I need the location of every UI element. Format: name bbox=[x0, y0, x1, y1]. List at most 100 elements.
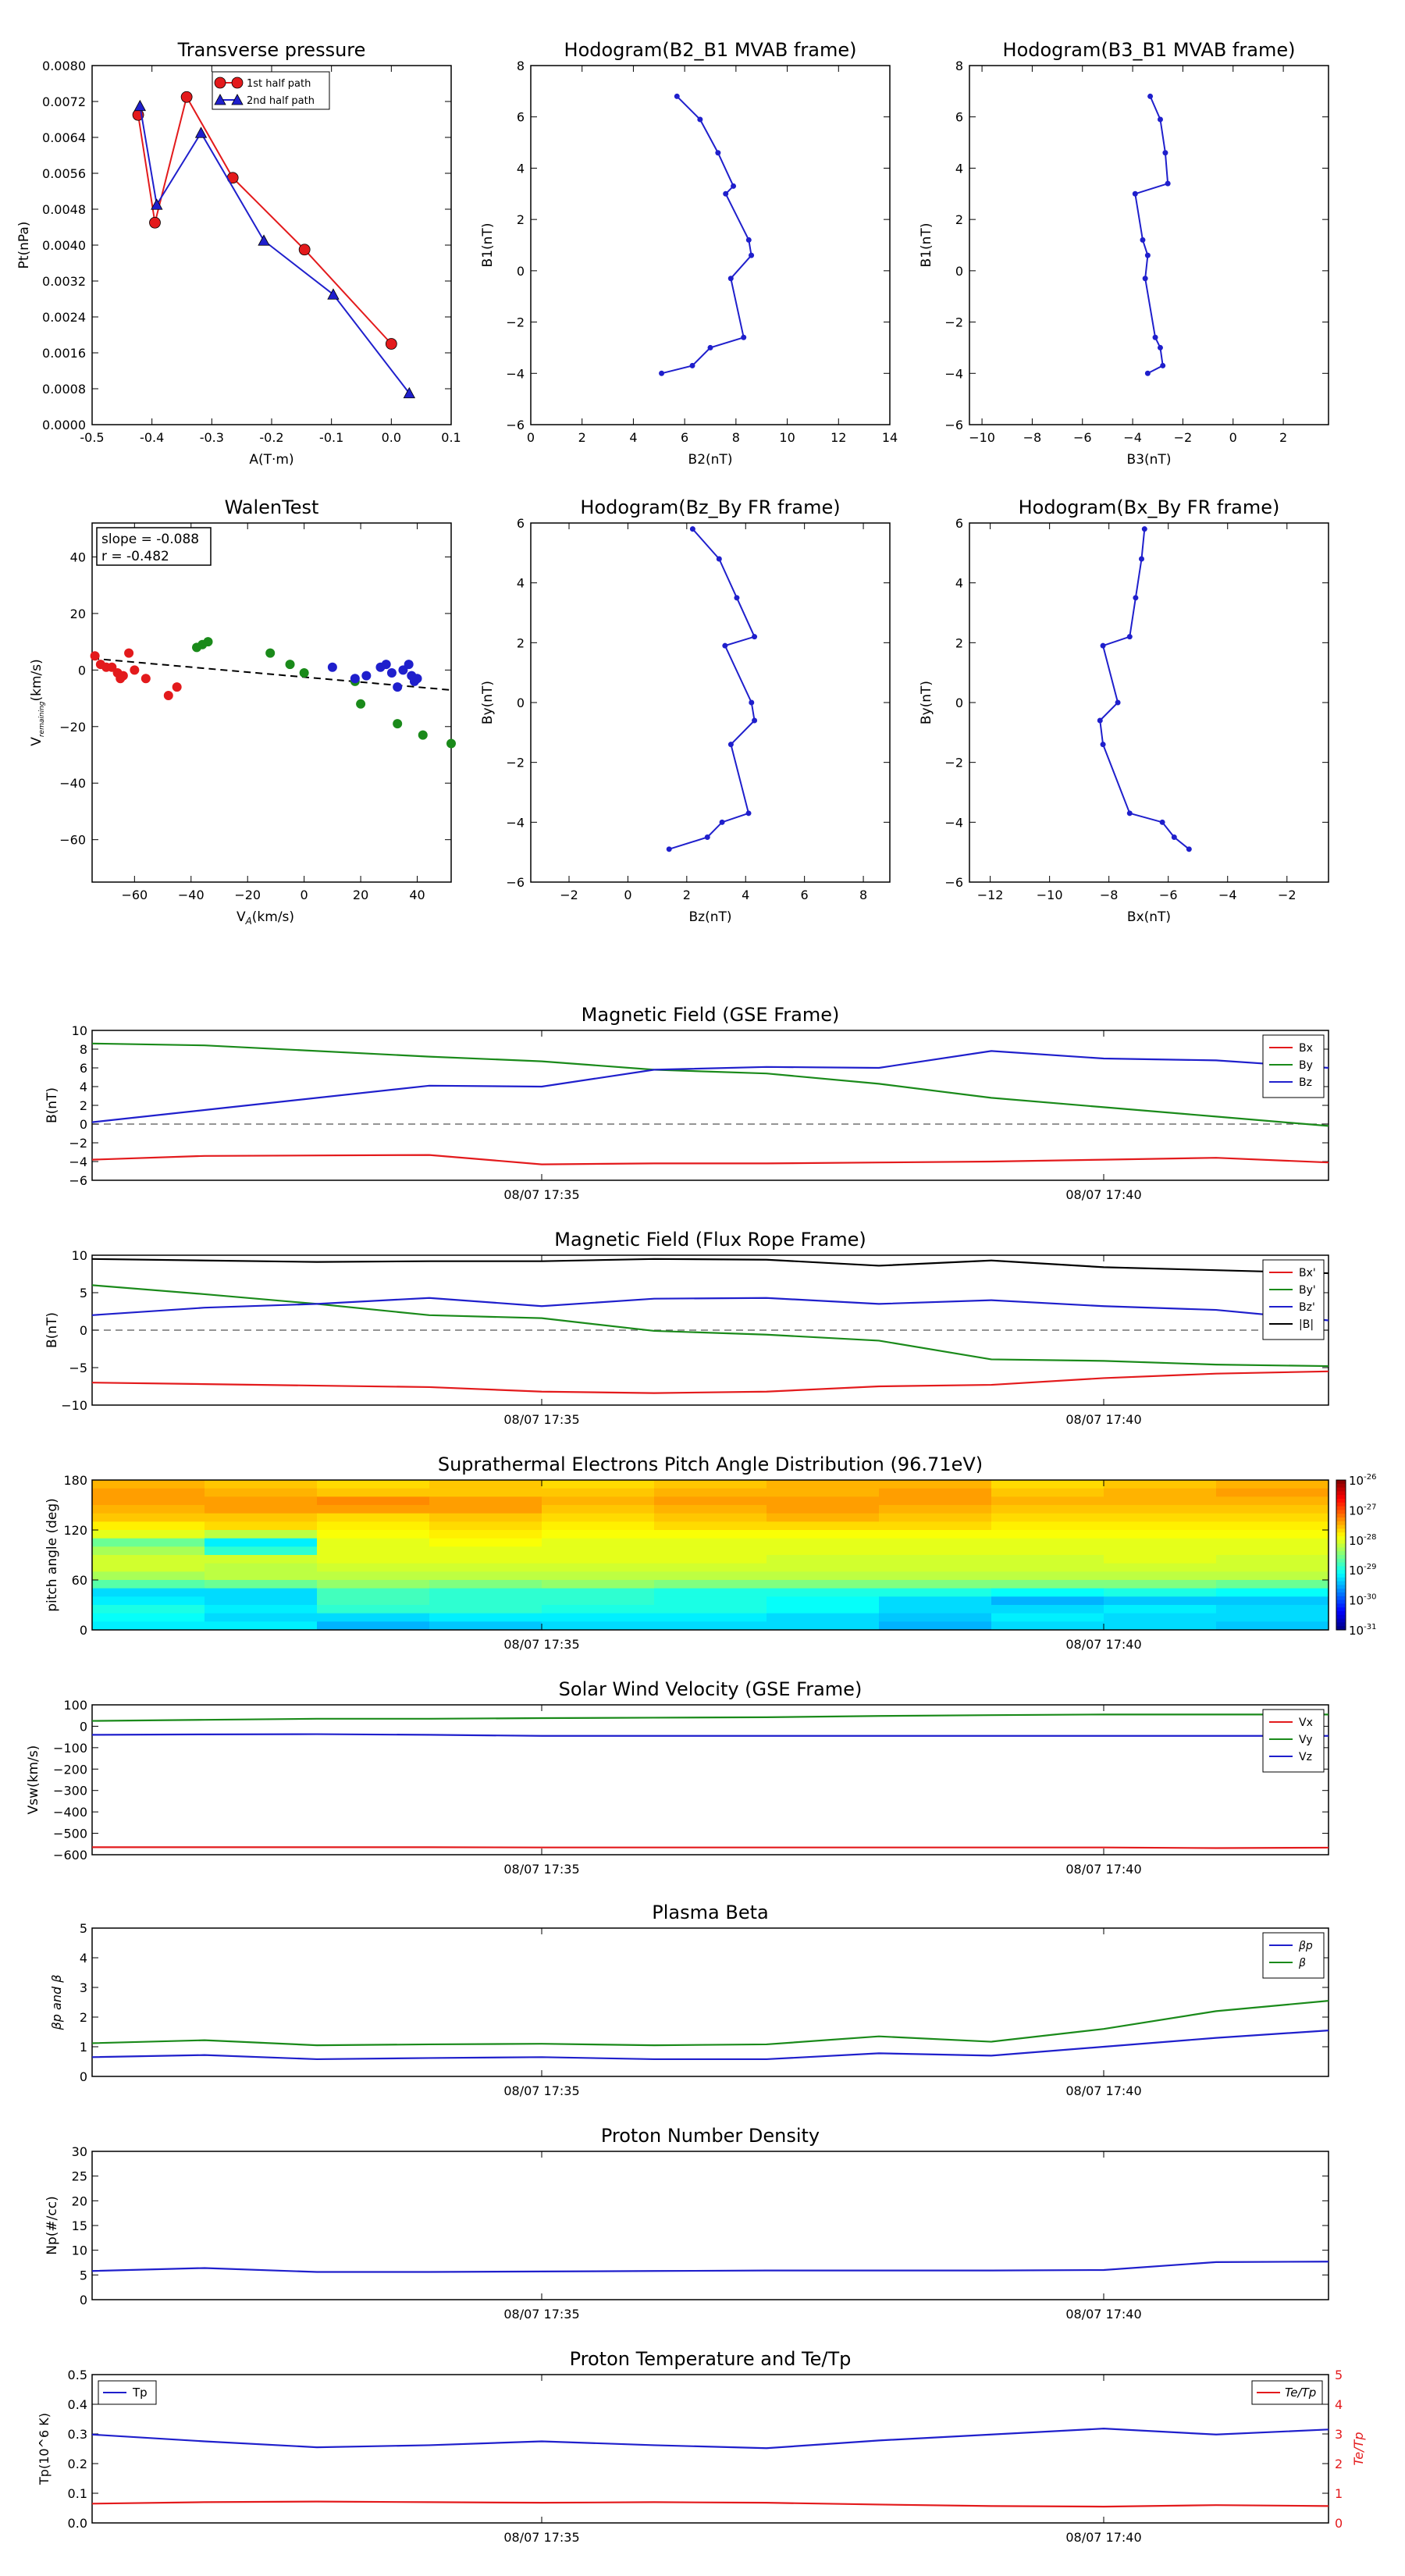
heatmap-cell bbox=[205, 1580, 318, 1589]
y-tick-label: −4 bbox=[944, 815, 963, 830]
y-tick-label: 0 bbox=[80, 1117, 87, 1132]
chart-title: Hodogram(B2_B1 MVAB frame) bbox=[564, 39, 857, 61]
y-tick-label: 6 bbox=[517, 516, 525, 531]
colorbar-segment bbox=[1336, 1551, 1346, 1556]
heatmap-cell bbox=[991, 1521, 1104, 1531]
heatmap-cell bbox=[542, 1621, 655, 1631]
heatmap-cell bbox=[205, 1555, 318, 1564]
legend-label: By' bbox=[1299, 1284, 1316, 1297]
y-tick-label: 0 bbox=[80, 2293, 87, 2307]
data-point bbox=[1152, 334, 1158, 340]
heatmap-cell bbox=[429, 1521, 542, 1531]
y-tick-label: −6 bbox=[944, 875, 963, 890]
x-tick-label: −6 bbox=[1159, 888, 1178, 902]
heatmap-cell bbox=[767, 1538, 880, 1547]
heatmap-cell bbox=[654, 1613, 767, 1622]
heatmap-cell bbox=[879, 1588, 992, 1597]
y-tick-label: 30 bbox=[72, 2144, 87, 2159]
figure-canvas: Transverse pressure-0.5 -0.4 -0.3 -0.2 -0.1 0… bbox=[16, 39, 1376, 2545]
series-line bbox=[1099, 528, 1190, 850]
colorbar-segment bbox=[1336, 1510, 1346, 1514]
heatmap-cell bbox=[879, 1521, 992, 1531]
heatmap-cell bbox=[879, 1605, 992, 1614]
heatmap-cell bbox=[542, 1580, 655, 1589]
data-marker bbox=[258, 234, 270, 246]
heatmap-cell bbox=[767, 1588, 880, 1597]
heatmap-cell bbox=[767, 1580, 880, 1589]
colorbar-tick-label: 10-28 bbox=[1349, 1533, 1376, 1548]
heatmap-cell bbox=[542, 1555, 655, 1564]
y-tick-label: 2 bbox=[955, 635, 963, 650]
heatmap-cell bbox=[205, 1496, 318, 1506]
heatmap-cell bbox=[767, 1605, 880, 1614]
y-tick-label: 20 bbox=[70, 607, 86, 621]
x-tick-label: 08/07 17:40 bbox=[1065, 1862, 1141, 1877]
y-tick-label: −2 bbox=[944, 756, 963, 770]
series-line bbox=[91, 2000, 1329, 2047]
data-point bbox=[1115, 699, 1121, 706]
heatmap-cell bbox=[429, 1588, 542, 1597]
heatmap-cell bbox=[205, 1488, 318, 1497]
y-tick-label: 8 bbox=[80, 1042, 87, 1057]
heatmap-cell bbox=[1104, 1588, 1217, 1597]
heatmap-cell bbox=[654, 1513, 767, 1522]
data-point bbox=[1157, 344, 1163, 350]
scatter-point bbox=[90, 651, 100, 661]
plot-frame bbox=[530, 65, 891, 425]
heatmap-cell bbox=[92, 1530, 205, 1539]
colorbar-segment bbox=[1336, 1585, 1346, 1589]
y2-tick-label: 3 bbox=[1335, 2427, 1343, 2442]
plot-frame bbox=[91, 1030, 1329, 1181]
chart-title: Proton Temperature and Te/Tp bbox=[570, 2348, 852, 2370]
chart-title: WalenTest bbox=[225, 496, 319, 518]
y-tick-label: 0.0048 bbox=[42, 202, 86, 217]
x-tick-label: 08/07 17:35 bbox=[503, 1412, 579, 1427]
series-t1-0 bbox=[91, 1154, 1329, 1165]
heatmap-cell bbox=[317, 1530, 430, 1539]
series-line bbox=[91, 2428, 1329, 2450]
chart-p5: Hodogram(Bz_By FR frame) −2 0 2 4 6 8 −6 −4 −2 0 2 4… bbox=[480, 496, 891, 925]
scatter-point bbox=[140, 674, 151, 684]
chart-t5: Plasma Beta 0 1 2 3 4 5 08/07 17:35 08/07 17:40 β… bbox=[49, 1902, 1329, 2098]
heatmap-cell bbox=[1216, 1555, 1329, 1564]
heatmap-cell bbox=[1104, 1613, 1217, 1622]
plot-frame bbox=[969, 522, 1329, 883]
heatmap-cell bbox=[429, 1613, 542, 1622]
heatmap-cell bbox=[317, 1480, 430, 1489]
y-tick-label: −5 bbox=[69, 1361, 87, 1375]
x-tick-label: 6 bbox=[681, 430, 688, 445]
data-point bbox=[697, 116, 703, 123]
heatmap-cell bbox=[92, 1496, 205, 1506]
x-tick-label: 08/07 17:40 bbox=[1065, 1412, 1141, 1427]
y-tick-label: −6 bbox=[944, 418, 963, 432]
x-tick-label: 08/07 17:35 bbox=[503, 1637, 579, 1652]
heatmap-cell bbox=[317, 1563, 430, 1572]
heatmap-cell bbox=[767, 1521, 880, 1531]
y2-tick-label: 0 bbox=[1335, 2516, 1343, 2531]
data-point bbox=[1144, 252, 1151, 258]
legend-label: |B| bbox=[1299, 1318, 1314, 1331]
series-line bbox=[92, 1846, 1329, 1849]
heatmap-cell bbox=[92, 1538, 205, 1547]
colorbar-tick-exponent: -31 bbox=[1364, 1623, 1376, 1631]
data-point bbox=[1126, 810, 1133, 817]
heatmap-cell bbox=[317, 1513, 430, 1522]
heatmap-cell bbox=[92, 1513, 205, 1522]
y-axis-label: B1(nT) bbox=[919, 223, 934, 268]
colorbar-segment bbox=[1336, 1495, 1346, 1500]
x-tick-label: -0.2 bbox=[259, 430, 283, 445]
heatmap-cell bbox=[429, 1496, 542, 1506]
y-tick-label: 10 bbox=[72, 1248, 87, 1263]
y-tick-label: 120 bbox=[63, 1523, 87, 1538]
y-tick-label: 5 bbox=[80, 1921, 87, 1936]
x-axis-label-sub: A bbox=[245, 916, 252, 927]
x-tick-label: −8 bbox=[1023, 430, 1042, 445]
colorbar-segment bbox=[1336, 1558, 1346, 1564]
heatmap-cell bbox=[1104, 1538, 1217, 1547]
heatmap-cell bbox=[1104, 1530, 1217, 1539]
x-tick-label: −60 bbox=[121, 888, 148, 902]
heatmap-cell bbox=[542, 1588, 655, 1597]
legend-label: 1st half path bbox=[247, 78, 311, 90]
colorbar-tick-exponent: -29 bbox=[1364, 1563, 1376, 1571]
heatmap-cell bbox=[654, 1596, 767, 1606]
